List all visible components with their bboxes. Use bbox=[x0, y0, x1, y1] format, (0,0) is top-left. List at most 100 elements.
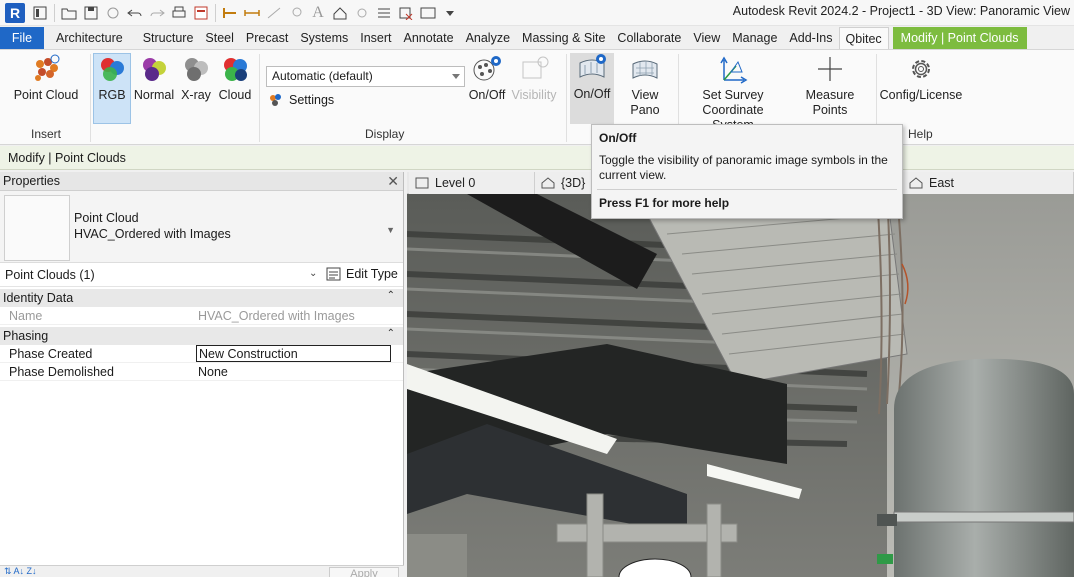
options-bar-label: Modify | Point Clouds bbox=[8, 150, 126, 165]
measure-points-label: Measure Points bbox=[805, 88, 855, 117]
point-cloud-label: Point Cloud bbox=[13, 88, 79, 102]
gear-icon bbox=[904, 54, 938, 84]
print-icon[interactable] bbox=[168, 2, 190, 24]
tab-manage[interactable]: Manage bbox=[726, 27, 783, 49]
apply-button[interactable]: Apply bbox=[329, 567, 399, 577]
panel-separator bbox=[566, 54, 567, 142]
options-bar: Modify | Point Clouds bbox=[0, 146, 1074, 170]
redo-icon[interactable] bbox=[146, 2, 168, 24]
home-screen-icon[interactable] bbox=[29, 2, 51, 24]
collapse-icon[interactable]: ⌃ bbox=[387, 290, 395, 301]
3d-view-icon bbox=[541, 177, 555, 189]
measure-points-button[interactable]: Measure Points bbox=[788, 54, 872, 118]
rgb-icon bbox=[95, 54, 129, 84]
dimension-icon[interactable] bbox=[241, 2, 263, 24]
section-icon[interactable] bbox=[351, 2, 373, 24]
close-hidden-windows-icon[interactable] bbox=[395, 2, 417, 24]
save-icon[interactable] bbox=[80, 2, 102, 24]
group-identity-data[interactable]: Identity Data ⌃ bbox=[0, 289, 403, 307]
close-icon[interactable]: ✕ bbox=[387, 173, 399, 190]
pano-on-off-button[interactable]: On/Off bbox=[570, 53, 614, 124]
group-label: Identity Data bbox=[3, 291, 74, 305]
measure-icon[interactable] bbox=[219, 2, 241, 24]
edit-type-button[interactable]: Edit Type bbox=[326, 266, 398, 282]
tab-massing-site[interactable]: Massing & Site bbox=[516, 27, 611, 49]
edit-type-icon bbox=[326, 266, 342, 282]
display-on-off-button[interactable]: On/Off bbox=[468, 54, 506, 103]
panoramic-view-canvas[interactable] bbox=[407, 194, 1074, 577]
view-tab-3d[interactable]: {3D} bbox=[535, 172, 595, 194]
view-pano-button[interactable]: View Pano bbox=[616, 54, 674, 118]
tab-annotate[interactable]: Annotate bbox=[398, 27, 460, 49]
xray-button[interactable]: X-ray bbox=[178, 54, 214, 103]
tab-precast[interactable]: Precast bbox=[240, 27, 294, 49]
rgb-button[interactable]: RGB bbox=[93, 53, 131, 124]
type-selector[interactable]: Point Cloud HVAC_Ordered with Images ▼ bbox=[0, 191, 403, 263]
phase-demolished-field[interactable]: None bbox=[196, 365, 403, 379]
tab-systems[interactable]: Systems bbox=[294, 27, 354, 49]
view-tab-level-0[interactable]: Level 0 bbox=[409, 172, 535, 194]
properties-footer: ⇅ A↓ Z↓ Apply bbox=[0, 565, 404, 577]
panorama-view-icon bbox=[628, 54, 662, 84]
settings-button[interactable]: Settings bbox=[268, 93, 334, 107]
sheet-issue-icon[interactable] bbox=[190, 2, 212, 24]
chevron-down-icon bbox=[452, 74, 460, 79]
sync-icon[interactable] bbox=[102, 2, 124, 24]
separator bbox=[54, 3, 55, 22]
view-tab-east[interactable]: East bbox=[903, 172, 1074, 194]
coordinate-system-icon bbox=[716, 54, 750, 84]
tag-icon[interactable] bbox=[285, 2, 307, 24]
customize-dropdown-icon[interactable] bbox=[439, 2, 461, 24]
collapse-icon[interactable]: ⌃ bbox=[387, 328, 395, 339]
point-cloud-button[interactable]: Point Cloud bbox=[10, 54, 82, 103]
chevron-down-icon[interactable]: ⌄ bbox=[309, 268, 317, 279]
normal-label: Normal bbox=[133, 88, 175, 102]
switch-windows-icon[interactable] bbox=[417, 2, 439, 24]
xray-label: X-ray bbox=[181, 88, 211, 102]
thin-lines-icon[interactable] bbox=[373, 2, 395, 24]
tab-steel[interactable]: Steel bbox=[199, 27, 240, 49]
tooltip-help: Press F1 for more help bbox=[599, 196, 730, 210]
property-value: HVAC_Ordered with Images bbox=[198, 308, 355, 323]
default-3d-view-icon[interactable] bbox=[329, 2, 351, 24]
divider bbox=[597, 189, 897, 190]
elevation-icon bbox=[909, 177, 923, 189]
xray-icon bbox=[179, 54, 213, 84]
tooltip-body: Toggle the visibility of panoramic image… bbox=[599, 153, 888, 182]
phase-created-field[interactable]: New Construction bbox=[196, 345, 391, 362]
ribbon-tabs: File Architecture Structure Steel Precas… bbox=[0, 27, 1074, 49]
open-icon[interactable] bbox=[58, 2, 80, 24]
tab-architecture[interactable]: Architecture bbox=[44, 27, 129, 49]
tab-modify-point-clouds[interactable]: Modify | Point Clouds bbox=[892, 27, 1027, 49]
edit-type-label: Edit Type bbox=[346, 267, 398, 281]
cloud-button[interactable]: Cloud bbox=[216, 54, 254, 103]
tab-structure[interactable]: Structure bbox=[129, 27, 200, 49]
display-mode-dropdown[interactable]: Automatic (default) bbox=[266, 66, 465, 87]
tab-qbitec[interactable]: Qbitec bbox=[838, 27, 889, 49]
properties-help-link[interactable]: ⇅ A↓ Z↓ bbox=[4, 566, 37, 577]
visibility-button[interactable]: Visibility bbox=[511, 54, 557, 103]
insert-panel-title: Insert bbox=[31, 127, 62, 141]
set-survey-coordinate-system-button[interactable]: Set Survey Coordinate System bbox=[682, 54, 784, 133]
instance-filter[interactable]: Point Clouds (1) bbox=[5, 268, 95, 282]
config-license-button[interactable]: Config/License bbox=[880, 54, 962, 103]
tab-add-ins[interactable]: Add-Ins bbox=[783, 27, 838, 49]
tab-view[interactable]: View bbox=[687, 27, 726, 49]
tab-file[interactable]: File bbox=[0, 27, 44, 49]
type-family-name: Point Cloud bbox=[74, 211, 139, 225]
group-phasing[interactable]: Phasing ⌃ bbox=[0, 327, 403, 345]
text-icon[interactable]: A bbox=[307, 2, 329, 24]
normal-button[interactable]: Normal bbox=[133, 54, 175, 103]
tooltip-title: On/Off bbox=[599, 131, 637, 145]
config-license-label: Config/License bbox=[879, 88, 963, 102]
set-survey-label: Set Survey bbox=[702, 88, 764, 102]
panorama-toggle-icon bbox=[575, 53, 609, 83]
tab-analyze[interactable]: Analyze bbox=[460, 27, 516, 49]
properties-title: Properties bbox=[3, 174, 60, 188]
angle-icon[interactable] bbox=[263, 2, 285, 24]
tab-collaborate[interactable]: Collaborate bbox=[611, 27, 687, 49]
view-tab-label: East bbox=[929, 176, 955, 190]
tab-insert[interactable]: Insert bbox=[354, 27, 397, 49]
undo-icon[interactable] bbox=[124, 2, 146, 24]
revit-logo[interactable]: R bbox=[5, 2, 25, 23]
